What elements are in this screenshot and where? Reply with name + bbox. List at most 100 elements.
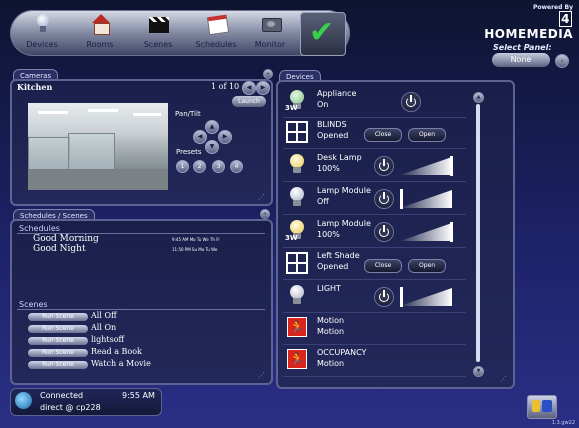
schedule-name[interactable]: Good Night	[33, 244, 86, 254]
version-label: 1.3.gw22	[551, 420, 575, 426]
device-name: Lamp Module	[317, 219, 371, 228]
blinds-icon	[286, 121, 308, 143]
nav-monitor-button[interactable]: Monitor	[242, 10, 298, 56]
cameras-expand-button[interactable]: +	[263, 69, 273, 79]
bulb-off-icon	[285, 187, 311, 211]
run-scene-button[interactable]: Run Scene	[28, 325, 88, 333]
device-name: Desk Lamp	[317, 153, 362, 162]
camera-prev-button[interactable]: ◀	[242, 81, 256, 95]
motion-sensor-icon: 🏃	[287, 317, 307, 337]
nav-scenes-button[interactable]: Scenes	[130, 10, 186, 56]
device-name: Lamp Module	[317, 186, 371, 195]
lock-icon	[532, 400, 540, 412]
main-nav-bar: Devices Rooms Scenes Schedules Monitor ✔	[10, 10, 350, 56]
tilt-down-button[interactable]: ▼	[205, 140, 219, 154]
pan-left-button[interactable]: ◀	[193, 130, 207, 144]
close-button[interactable]: Close	[364, 259, 402, 273]
powered-by-text: Powered By	[532, 4, 573, 11]
device-status: Motion	[317, 327, 345, 336]
device-row[interactable]: Desk Lamp 100%	[283, 151, 466, 182]
nav-schedules-button[interactable]: Schedules	[188, 10, 244, 56]
close-button[interactable]: Close	[364, 128, 402, 142]
device-row[interactable]: 🏃 Motion Motion	[283, 314, 466, 345]
blinds-icon	[286, 252, 308, 274]
scenes-divider	[17, 309, 265, 310]
scene-name: All On	[91, 323, 117, 332]
power-toggle-button[interactable]	[374, 156, 394, 176]
device-row[interactable]: 3W Appliance On	[283, 87, 466, 118]
open-button[interactable]: Open	[408, 259, 446, 273]
preset-2-button[interactable]: 2	[193, 160, 206, 173]
schedule-name[interactable]: Good Morning	[33, 234, 99, 244]
open-button[interactable]: Open	[408, 128, 446, 142]
connection-status-text: Connected	[40, 391, 84, 400]
schedules-header: Schedules	[19, 224, 60, 233]
cameras-resize-grip[interactable]: ⋰	[258, 193, 265, 201]
lightbulb-icon	[32, 14, 54, 36]
bulb-off-icon	[285, 285, 311, 309]
power-toggle-button[interactable]	[401, 92, 421, 112]
camera-counter: 1 of 10	[211, 82, 240, 91]
scene-name: Watch a Movie	[91, 359, 151, 368]
pan-tilt-label: Pan/Tilt	[175, 110, 201, 118]
brand-logo: Powered By 4HOMEMEDIA	[481, 4, 573, 41]
device-row[interactable]: LIGHT	[283, 282, 466, 313]
monitor-icon	[260, 14, 282, 36]
connection-user: direct @ cp228	[40, 403, 101, 412]
device-name: OCCUPANCY	[317, 348, 367, 357]
run-scene-button[interactable]: Run Scene	[28, 361, 88, 369]
keypad-icon	[542, 400, 552, 412]
device-name: Motion	[317, 316, 345, 325]
devices-scrollbar[interactable]: ▲ ▼	[473, 92, 485, 377]
dimmer-slider[interactable]	[400, 221, 455, 243]
power-toggle-button[interactable]	[374, 287, 394, 307]
pan-right-button[interactable]: ▶	[218, 130, 232, 144]
panel-select-dropdown[interactable]: None	[492, 53, 550, 67]
scroll-thumb[interactable]	[476, 104, 480, 362]
devices-resize-grip[interactable]: ⋰	[500, 375, 507, 383]
scene-name: lightsoff	[91, 335, 125, 344]
device-status: 100%	[317, 230, 340, 239]
power-toggle-button[interactable]	[374, 189, 394, 209]
run-scene-button[interactable]: Run Scene	[28, 349, 88, 357]
brand-wordmark: 4HOMEMEDIA	[484, 11, 573, 41]
power-toggle-button[interactable]	[374, 222, 394, 242]
nav-rooms-button[interactable]: Rooms	[72, 10, 128, 56]
scroll-up-button[interactable]: ▲	[473, 92, 484, 103]
nav-devices-button[interactable]: Devices	[14, 10, 70, 56]
run-scene-button[interactable]: Run Scene	[28, 337, 88, 345]
camera-next-button[interactable]: ▶	[256, 81, 270, 95]
nav-schedules-label: Schedules	[195, 40, 237, 49]
panel-select-go-button[interactable]: ›	[555, 54, 569, 68]
schedules-resize-grip[interactable]: ⋰	[258, 371, 265, 379]
scenes-header: Scenes	[19, 300, 48, 309]
appliance-bulb-icon: 3W	[285, 90, 311, 114]
calendar-icon	[206, 14, 230, 36]
scroll-down-button[interactable]: ▼	[473, 366, 484, 377]
device-row[interactable]: Lamp Module Off	[283, 184, 466, 215]
camera-feed-image	[28, 103, 168, 190]
device-name: Appliance	[317, 89, 357, 98]
select-panel-label: Select Panel:	[493, 43, 552, 52]
lock-button[interactable]	[527, 395, 557, 419]
run-scene-button[interactable]: Run Scene	[28, 313, 88, 321]
device-status: Opened	[317, 131, 349, 140]
dimmer-slider[interactable]	[400, 188, 455, 210]
device-status: Motion	[317, 359, 345, 368]
preset-3-button[interactable]: 3	[212, 160, 225, 173]
device-row[interactable]: BLINDS Opened Close Open	[283, 118, 466, 149]
launch-button[interactable]: Launch	[232, 96, 266, 107]
dimmer-slider[interactable]	[400, 155, 455, 177]
clapperboard-icon	[148, 14, 170, 36]
done-button[interactable]: ✔	[300, 12, 346, 56]
preset-1-button[interactable]: 1	[176, 160, 189, 173]
scene-name: Read a Book	[91, 347, 142, 356]
schedules-expand-button[interactable]: +	[260, 209, 270, 219]
preset-4-button[interactable]: 4	[230, 160, 243, 173]
device-row[interactable]: 🏃 OCCUPANCY Motion	[283, 346, 466, 377]
device-row[interactable]: 3W Lamp Module 100%	[283, 217, 466, 248]
dimmer-slider[interactable]	[400, 286, 455, 308]
device-status: Opened	[317, 262, 349, 271]
device-row[interactable]: Left Shade Opened Close Open	[283, 249, 466, 280]
tilt-up-button[interactable]: ▲	[205, 120, 219, 134]
